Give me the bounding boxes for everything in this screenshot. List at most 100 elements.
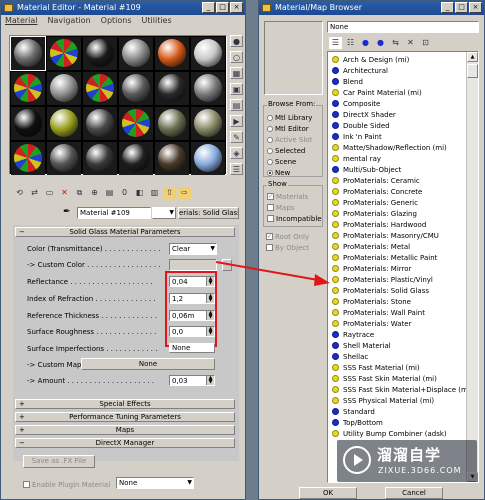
save-fx-button[interactable]: Save as .FX File xyxy=(23,455,95,468)
browser-search-input[interactable]: None xyxy=(327,21,479,33)
checkbox-box[interactable] xyxy=(267,204,274,211)
sample-slot[interactable] xyxy=(47,107,81,140)
material-list-item[interactable]: Raytrace xyxy=(328,329,478,340)
scroll-thumb[interactable] xyxy=(467,64,478,78)
show-incompatible-checkbox[interactable]: Incompatible xyxy=(267,213,322,224)
radio-circle[interactable] xyxy=(267,136,273,143)
sample-slot[interactable] xyxy=(191,37,225,70)
put-to-library-icon[interactable]: ▤ xyxy=(103,187,116,199)
material-list-item[interactable]: ProMaterials: Generic xyxy=(328,197,478,208)
material-list-item[interactable]: Arch & Design (mi) xyxy=(328,54,478,65)
show-map-in-viewport-icon[interactable]: ◧ xyxy=(133,187,146,199)
eyedropper-icon[interactable]: ✒ xyxy=(63,207,71,217)
material-list-item[interactable]: Shellac xyxy=(328,351,478,362)
material-list-item[interactable]: ProMaterials: Stone xyxy=(328,296,478,307)
reset-map-icon[interactable]: ✕ xyxy=(58,187,71,199)
sample-slot[interactable] xyxy=(119,142,153,175)
radio-circle[interactable] xyxy=(267,114,273,121)
material-list-item[interactable]: ProMaterials: Water xyxy=(328,318,478,329)
browse-active-slot-radio[interactable]: Active Slot xyxy=(267,134,312,145)
sample-slot[interactable] xyxy=(47,142,81,175)
sample-slot[interactable] xyxy=(119,37,153,70)
material-list-item[interactable]: ProMaterials: Hardwood xyxy=(328,219,478,230)
sample-slot[interactable] xyxy=(11,72,45,105)
get-material-icon[interactable]: ⟲ xyxy=(13,187,26,199)
sample-slot[interactable] xyxy=(119,107,153,140)
checkbox-box[interactable]: ✓ xyxy=(266,233,273,240)
browser-minimize-button[interactable]: _ xyxy=(441,2,454,13)
select-by-material-icon[interactable]: ◈ xyxy=(230,147,243,159)
sample-slot[interactable] xyxy=(191,142,225,175)
make-preview-icon[interactable]: ▶ xyxy=(230,115,243,127)
custom-map-button[interactable]: None xyxy=(81,358,215,370)
checkbox-box[interactable] xyxy=(267,215,274,222)
radio-circle[interactable] xyxy=(267,147,273,154)
ok-button[interactable]: OK xyxy=(299,487,357,499)
radio-circle[interactable] xyxy=(267,158,273,165)
menu-options[interactable]: Options xyxy=(101,15,132,27)
material-name-dropdown[interactable]: ▼ xyxy=(152,207,176,219)
material-list-item[interactable]: ProMaterials: Metallic Paint xyxy=(328,252,478,263)
material-name-field[interactable]: Material #109 xyxy=(77,207,151,219)
imperfections-dropdown[interactable]: None xyxy=(169,343,215,353)
amount-spinner[interactable]: 0,03 ▲ ▼ xyxy=(169,375,215,386)
material-navigator-icon[interactable]: ☰ xyxy=(230,163,243,175)
material-list-item[interactable]: Architectural xyxy=(328,65,478,76)
browser-close-button[interactable]: × xyxy=(469,2,482,13)
sample-slot[interactable] xyxy=(155,142,189,175)
sample-slot[interactable] xyxy=(155,107,189,140)
video-color-check-icon[interactable]: ▤ xyxy=(230,99,243,111)
material-list-item[interactable]: ProMaterials: Plastic/Vinyl xyxy=(328,274,478,285)
special-effects-rollout[interactable]: + Special Effects xyxy=(15,399,235,409)
material-list-item[interactable]: ProMaterials: Wall Paint xyxy=(328,307,478,318)
radio-circle[interactable] xyxy=(267,169,273,176)
assign-to-selection-icon[interactable]: ▭ xyxy=(43,187,56,199)
color-transmittance-dropdown[interactable]: Clear ▼ xyxy=(169,243,217,255)
sample-slot[interactable] xyxy=(191,72,225,105)
maximize-button[interactable]: □ xyxy=(216,2,229,13)
material-list-item[interactable]: DirectX Shader xyxy=(328,109,478,120)
material-list-item[interactable]: ProMaterials: Concrete xyxy=(328,186,478,197)
material-list-item[interactable]: Shell Material xyxy=(328,340,478,351)
sample-slot[interactable] xyxy=(83,72,117,105)
params-rollout-header[interactable]: − Solid Glass Material Parameters xyxy=(15,227,235,237)
menu-navigation[interactable]: Navigation xyxy=(48,15,91,27)
go-forward-to-sibling-icon[interactable]: ⇨ xyxy=(178,187,191,199)
enable-plugin-checkbox[interactable]: Enable Plugin Material xyxy=(23,479,110,490)
view-small-icons-icon[interactable]: ● xyxy=(359,37,372,49)
sample-slot[interactable] xyxy=(155,37,189,70)
material-list-item[interactable]: Double Sided xyxy=(328,120,478,131)
sample-slot[interactable] xyxy=(155,72,189,105)
sample-slot[interactable] xyxy=(10,36,46,71)
background-icon[interactable]: ▦ xyxy=(230,67,243,79)
sample-slot[interactable] xyxy=(47,72,81,105)
sample-type-icon[interactable]: ● xyxy=(230,35,243,47)
close-button[interactable]: × xyxy=(230,2,243,13)
sample-slot[interactable] xyxy=(47,37,81,70)
material-list-item[interactable]: Ink 'n Paint xyxy=(328,131,478,142)
scroll-up-arrow[interactable]: ▲ xyxy=(467,52,478,62)
custom-color-swatch[interactable] xyxy=(169,259,217,271)
go-to-parent-icon[interactable]: ⇧ xyxy=(163,187,176,199)
material-list-item[interactable]: SSS Fast Material (mi) xyxy=(328,362,478,373)
backlight-icon[interactable]: ○ xyxy=(230,51,243,63)
material-list-item[interactable]: Composite xyxy=(328,98,478,109)
options-icon[interactable]: ✎ xyxy=(230,131,243,143)
list-scrollbar[interactable]: ▲ ▼ xyxy=(466,52,478,482)
show-end-result-icon[interactable]: ▥ xyxy=(148,187,161,199)
radio-circle[interactable] xyxy=(267,125,273,132)
sample-slot[interactable] xyxy=(83,142,117,175)
view-large-icons-icon[interactable]: ● xyxy=(374,37,387,49)
plugin-dropdown[interactable]: None ▼ xyxy=(116,477,194,489)
browse-mtl-editor-radio[interactable]: Mtl Editor xyxy=(267,123,312,134)
update-scene-icon[interactable]: ⇆ xyxy=(389,37,402,49)
menu-utilities[interactable]: Utilities xyxy=(142,15,172,27)
material-list-item[interactable]: SSS Physical Material (mi) xyxy=(328,395,478,406)
sample-slot[interactable] xyxy=(191,107,225,140)
maps-rollout[interactable]: + Maps xyxy=(15,425,235,435)
material-type-button[interactable]: erials: Solid Glass xyxy=(178,207,239,219)
by-object-checkbox[interactable]: By Object xyxy=(266,242,309,253)
material-list-item[interactable]: Multi/Sub-Object xyxy=(328,164,478,175)
clear-library-icon[interactable]: ⊡ xyxy=(419,37,432,49)
sample-slot[interactable] xyxy=(11,107,45,140)
